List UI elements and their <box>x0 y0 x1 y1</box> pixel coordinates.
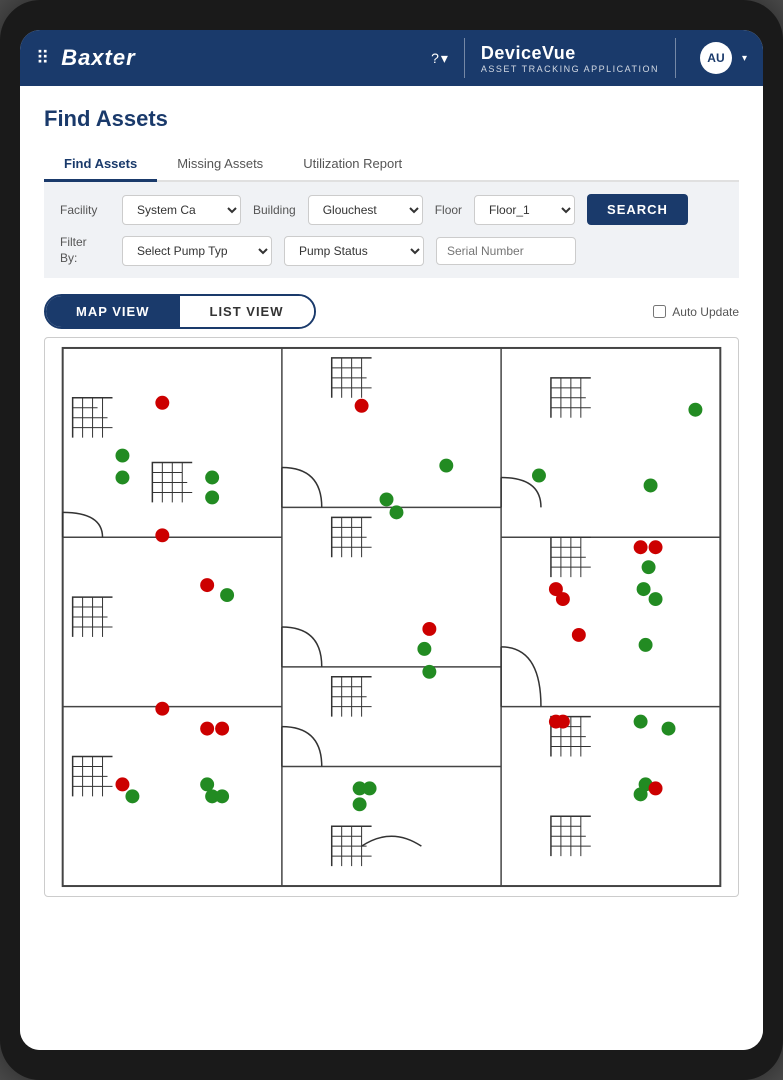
auto-update-label: Auto Update <box>672 305 739 319</box>
search-button[interactable]: SEARCH <box>587 194 688 225</box>
asset-dot[interactable] <box>200 778 214 792</box>
asset-dot[interactable] <box>215 722 229 736</box>
asset-dot[interactable] <box>363 782 377 796</box>
header-left: ⠿ Baxter <box>36 45 136 71</box>
floor-label: Floor <box>435 203 462 217</box>
asset-dot[interactable] <box>649 540 663 554</box>
filter-area: Facility System Ca Building Glouchest Fl… <box>44 182 739 278</box>
serial-number-input[interactable] <box>436 237 576 265</box>
asset-dot[interactable] <box>649 782 663 796</box>
asset-dot[interactable] <box>380 493 394 507</box>
help-button[interactable]: ? ▾ <box>431 50 448 67</box>
asset-dot[interactable] <box>634 715 648 729</box>
asset-dot[interactable] <box>220 588 234 602</box>
brand-title: DeviceVue <box>481 43 576 64</box>
building-label: Building <box>253 203 296 217</box>
asset-dot[interactable] <box>644 479 658 493</box>
asset-dot[interactable] <box>422 665 436 679</box>
header-divider-2 <box>675 38 676 78</box>
devicevue-brand: DeviceVue ASSET TRACKING APPLICATION <box>481 43 659 74</box>
header-right: ? ▾ DeviceVue ASSET TRACKING APPLICATION… <box>431 38 747 78</box>
asset-dot[interactable] <box>422 622 436 636</box>
asset-dot[interactable] <box>634 788 648 802</box>
facility-select[interactable]: System Ca <box>122 195 241 225</box>
grid-icon[interactable]: ⠿ <box>36 48 49 69</box>
pump-type-select[interactable]: Select Pump Type <box>122 236 272 266</box>
asset-dot[interactable] <box>200 722 214 736</box>
asset-dot[interactable] <box>637 582 651 596</box>
asset-dot[interactable] <box>125 790 139 804</box>
asset-dot[interactable] <box>155 396 169 410</box>
page-title: Find Assets <box>44 106 739 132</box>
filter-by-label: FilterBy: <box>60 235 110 266</box>
avatar-button[interactable]: AU <box>700 42 732 74</box>
pump-status-select[interactable]: Pump Status <box>284 236 424 266</box>
asset-dot[interactable] <box>417 642 431 656</box>
main-content: Find Assets Find Assets Missing Assets U… <box>20 86 763 1050</box>
auto-update-control: Auto Update <box>653 305 739 319</box>
baxter-logo: Baxter <box>61 45 135 71</box>
view-toggle-row: MAP VIEW LIST VIEW Auto Update <box>44 294 739 329</box>
tab-bar: Find Assets Missing Assets Utilization R… <box>44 148 739 182</box>
asset-dot[interactable] <box>155 529 169 543</box>
header-divider <box>464 38 465 78</box>
asset-dot[interactable] <box>353 798 367 812</box>
floor-map-svg <box>45 338 738 896</box>
asset-dot[interactable] <box>390 506 404 520</box>
asset-dot[interactable] <box>556 592 570 606</box>
asset-dot[interactable] <box>155 702 169 716</box>
view-toggle: MAP VIEW LIST VIEW <box>44 294 316 329</box>
asset-dot[interactable] <box>688 403 702 417</box>
building-select[interactable]: Glouchest <box>308 195 423 225</box>
map-container <box>44 337 739 897</box>
floor-select[interactable]: Floor_1 <box>474 195 575 225</box>
app-header: ⠿ Baxter ? ▾ DeviceVue ASSET TRACKING AP… <box>20 30 763 86</box>
asset-dot[interactable] <box>115 778 129 792</box>
asset-dot[interactable] <box>205 471 219 485</box>
avatar-dropdown-arrow: ▾ <box>742 53 747 64</box>
auto-update-checkbox[interactable] <box>653 305 666 318</box>
asset-dot[interactable] <box>200 578 214 592</box>
asset-dot[interactable] <box>642 560 656 574</box>
tablet-screen: ⠿ Baxter ? ▾ DeviceVue ASSET TRACKING AP… <box>20 30 763 1050</box>
filter-row-1: Facility System Ca Building Glouchest Fl… <box>60 194 723 225</box>
asset-dot[interactable] <box>662 722 676 736</box>
asset-dot[interactable] <box>556 715 570 729</box>
asset-dot[interactable] <box>639 638 653 652</box>
asset-dot[interactable] <box>532 469 546 483</box>
asset-dot[interactable] <box>115 471 129 485</box>
asset-dot[interactable] <box>215 790 229 804</box>
filter-row-2: FilterBy: Select Pump Type Pump Status <box>60 235 723 266</box>
list-view-button[interactable]: LIST VIEW <box>180 296 314 327</box>
asset-dot[interactable] <box>439 459 453 473</box>
asset-dot[interactable] <box>634 540 648 554</box>
tab-find-assets[interactable]: Find Assets <box>44 148 157 182</box>
tab-utilization-report[interactable]: Utilization Report <box>283 148 422 182</box>
brand-subtitle: ASSET TRACKING APPLICATION <box>481 64 659 74</box>
facility-label: Facility <box>60 203 110 217</box>
asset-dot[interactable] <box>205 491 219 505</box>
asset-dot[interactable] <box>355 399 369 413</box>
tablet-frame: ⠿ Baxter ? ▾ DeviceVue ASSET TRACKING AP… <box>0 0 783 1080</box>
tab-missing-assets[interactable]: Missing Assets <box>157 148 283 182</box>
map-view-button[interactable]: MAP VIEW <box>46 296 180 327</box>
asset-dot[interactable] <box>115 449 129 463</box>
asset-dot[interactable] <box>649 592 663 606</box>
asset-dot[interactable] <box>572 628 586 642</box>
